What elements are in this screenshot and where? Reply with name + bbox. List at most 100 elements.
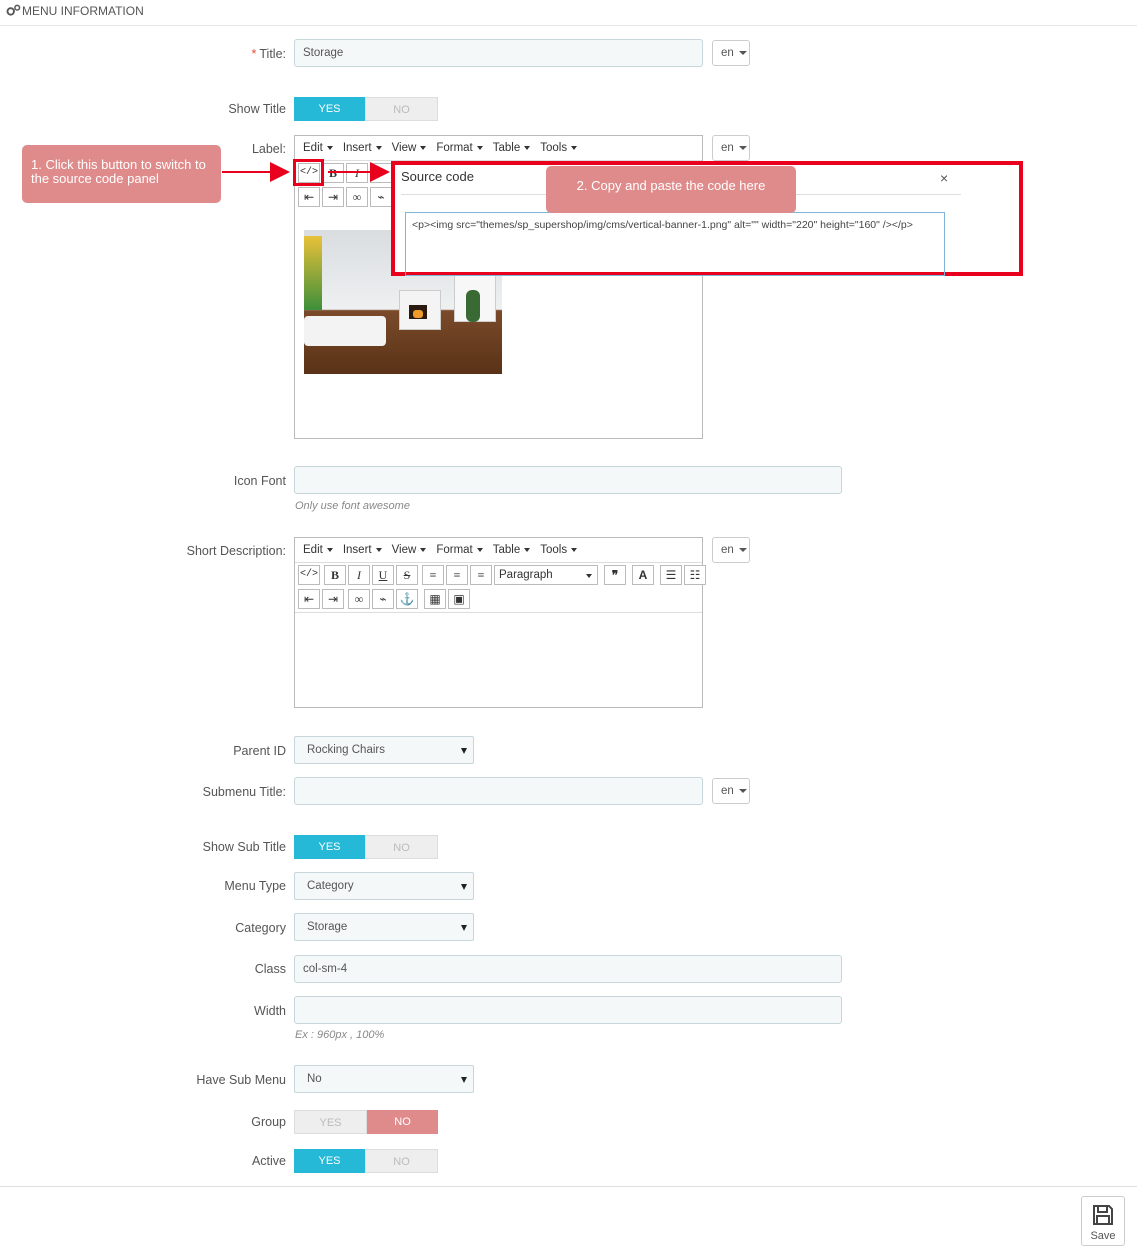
parent-id-select[interactable]: Rocking Chairs: [294, 736, 474, 764]
numbered-list-icon[interactable]: ☷: [684, 565, 706, 585]
group-label: Group: [251, 1115, 286, 1129]
arrow-icon: [222, 162, 390, 182]
menu-type-label: Menu Type: [224, 879, 286, 893]
title-input[interactable]: Storage: [294, 39, 703, 67]
italic-icon[interactable]: I: [348, 565, 370, 585]
icon-font-label: Icon Font: [233, 474, 286, 488]
short-description-toolbar-1: </> B I U S ≡ ≡ ≡ Paragraph ❞ A ☰ ☷: [298, 565, 708, 587]
anchor-icon[interactable]: ⚓: [396, 589, 418, 609]
active-toggle[interactable]: YES NO: [294, 1149, 438, 1173]
menu-type-select[interactable]: Category: [294, 872, 474, 900]
caret-down-icon: [461, 748, 467, 754]
title-lang-dropdown[interactable]: en: [712, 40, 750, 66]
close-icon[interactable]: ×: [940, 170, 948, 186]
caret-down-icon: [586, 574, 592, 578]
short-description-menubar: Edit Insert View Format Table Tools: [295, 538, 702, 563]
save-label: Save: [1090, 1230, 1116, 1242]
submenu-title-input[interactable]: [294, 777, 703, 805]
show-title-toggle[interactable]: YES NO: [294, 97, 438, 121]
icon-font-input[interactable]: [294, 466, 842, 494]
image-icon[interactable]: ▣: [448, 589, 470, 609]
strikethrough-icon[interactable]: S: [396, 565, 418, 585]
unlink-icon[interactable]: ⌁: [372, 589, 394, 609]
class-input[interactable]: col-sm-4: [294, 955, 842, 983]
link-icon[interactable]: ∞: [348, 589, 370, 609]
align-left-icon[interactable]: ≡: [422, 565, 444, 585]
panel-header: MENU INFORMATION: [0, 0, 1137, 26]
menu-format[interactable]: Format: [436, 142, 482, 154]
outdent-icon[interactable]: ⇤: [298, 187, 320, 207]
menu-insert[interactable]: Insert: [343, 544, 382, 556]
source-code-dialog-title: Source code: [401, 169, 474, 184]
menu-view[interactable]: View: [392, 142, 427, 154]
group-toggle[interactable]: YES NO: [294, 1110, 438, 1134]
submenu-title-lang-dropdown[interactable]: en: [712, 778, 750, 804]
media-icon[interactable]: ▦: [424, 589, 446, 609]
menu-tools[interactable]: Tools: [540, 142, 577, 154]
blockquote-icon[interactable]: ❞: [604, 565, 626, 585]
link-icon[interactable]: ∞: [346, 187, 368, 207]
editor-divider: [295, 612, 702, 613]
have-sub-menu-select[interactable]: No: [294, 1065, 474, 1093]
short-description-label: Short Description:: [186, 544, 286, 558]
class-label: Class: [254, 962, 286, 976]
icon-font-help: Only use font awesome: [295, 500, 410, 512]
menu-view[interactable]: View: [392, 544, 427, 556]
callout-step-1: 1. Click this button to switch to the so…: [22, 145, 221, 203]
menu-tools[interactable]: Tools: [540, 544, 577, 556]
show-title-label: Show Title: [228, 102, 286, 116]
caret-down-icon: [739, 145, 747, 150]
show-title-yes[interactable]: YES: [294, 97, 365, 121]
floppy-disk-icon: [1093, 1205, 1113, 1225]
show-sub-title-yes[interactable]: YES: [294, 835, 365, 859]
indent-icon[interactable]: ⇥: [322, 589, 344, 609]
label-field-label: Label:: [251, 142, 286, 156]
source-code-icon[interactable]: </>: [298, 565, 320, 585]
parent-id-label: Parent ID: [233, 744, 286, 758]
label-lang-dropdown[interactable]: en: [712, 135, 750, 161]
align-right-icon[interactable]: ≡: [470, 565, 492, 585]
label-editor-menubar: Edit Insert View Format Table Tools: [295, 136, 702, 161]
unlink-icon[interactable]: ⌁: [370, 187, 392, 207]
menu-edit[interactable]: Edit: [303, 142, 333, 154]
underline-icon[interactable]: U: [372, 565, 394, 585]
caret-down-icon: [739, 788, 747, 793]
short-description-lang-dropdown[interactable]: en: [712, 537, 750, 563]
show-sub-title-toggle[interactable]: YES NO: [294, 835, 438, 859]
group-yes[interactable]: YES: [294, 1110, 367, 1134]
menu-edit[interactable]: Edit: [303, 544, 333, 556]
bold-icon[interactable]: B: [324, 565, 346, 585]
menu-table[interactable]: Table: [493, 544, 531, 556]
active-yes[interactable]: YES: [294, 1149, 365, 1173]
save-button[interactable]: Save: [1081, 1196, 1125, 1246]
caret-down-icon: [461, 925, 467, 931]
category-label: Category: [235, 921, 286, 935]
width-help: Ex : 960px , 100%: [295, 1029, 385, 1041]
menu-insert[interactable]: Insert: [343, 142, 382, 154]
menu-format[interactable]: Format: [436, 544, 482, 556]
outdent-icon[interactable]: ⇤: [298, 589, 320, 609]
text-color-icon[interactable]: A: [632, 565, 654, 585]
category-select[interactable]: Storage: [294, 913, 474, 941]
menu-table[interactable]: Table: [493, 142, 531, 154]
width-input[interactable]: [294, 996, 842, 1024]
show-title-no[interactable]: NO: [365, 97, 438, 121]
show-sub-title-no[interactable]: NO: [365, 835, 438, 859]
show-sub-title-label: Show Sub Title: [202, 840, 286, 854]
active-label: Active: [251, 1154, 286, 1168]
short-description-editor: Edit Insert View Format Table Tools: [294, 537, 703, 708]
format-select[interactable]: Paragraph: [494, 565, 598, 585]
caret-down-icon: [461, 1077, 467, 1083]
active-no[interactable]: NO: [365, 1149, 438, 1173]
caret-down-icon: [461, 884, 467, 890]
have-sub-menu-label: Have Sub Menu: [196, 1073, 286, 1087]
title-label: * Title:: [251, 47, 287, 61]
caret-down-icon: [739, 50, 747, 55]
caret-down-icon: [739, 547, 747, 552]
label-editor-toolbar-2: ⇤ ⇥ ∞ ⌁: [298, 187, 394, 209]
group-no[interactable]: NO: [367, 1110, 438, 1134]
bullet-list-icon[interactable]: ☰: [660, 565, 682, 585]
indent-icon[interactable]: ⇥: [322, 187, 344, 207]
align-center-icon[interactable]: ≡: [446, 565, 468, 585]
source-code-textarea[interactable]: <p><img src="themes/sp_supershop/img/cms…: [405, 212, 945, 276]
